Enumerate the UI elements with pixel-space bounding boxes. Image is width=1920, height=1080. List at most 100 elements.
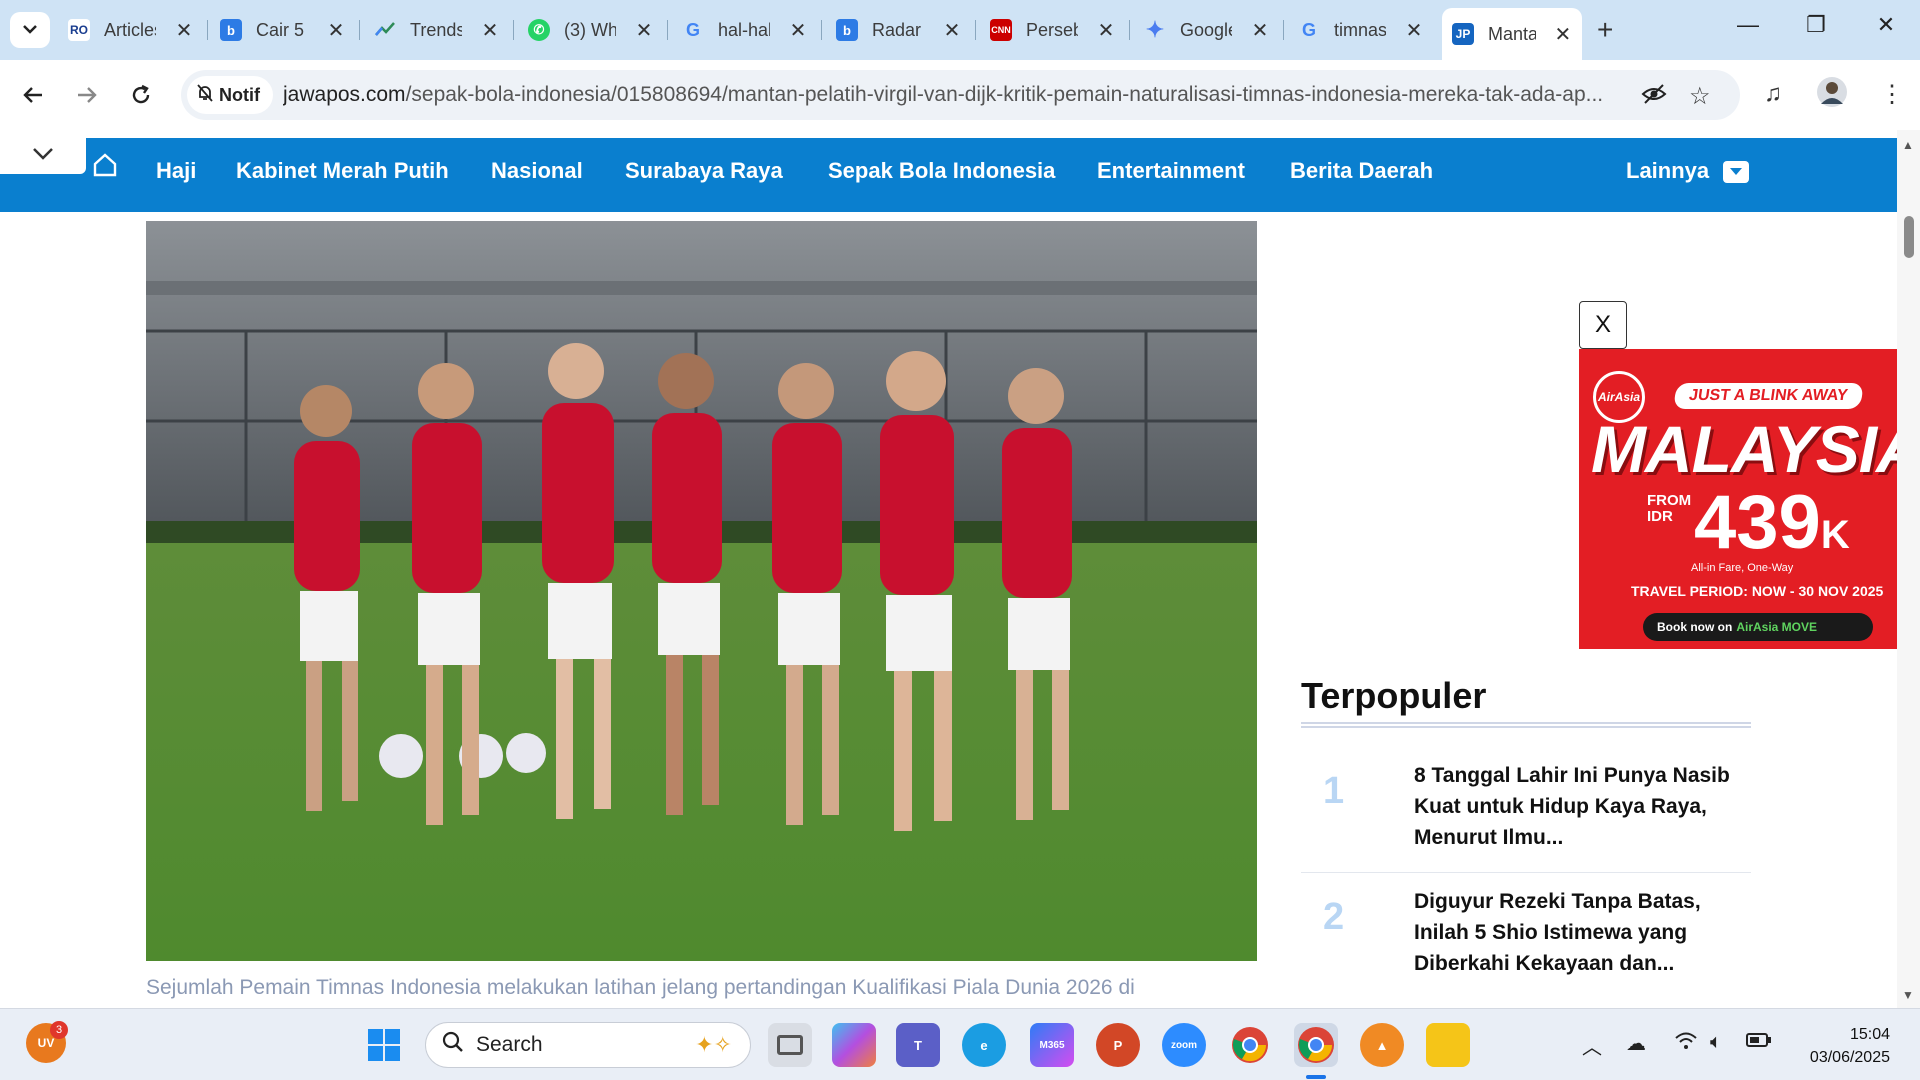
tab-favicon-icon: b <box>836 19 858 41</box>
new-tab-plus-icon[interactable]: + <box>1597 14 1613 46</box>
nav-more-dropdown[interactable]: Lainnya <box>1626 158 1750 184</box>
close-icon[interactable]: ✕ <box>942 18 962 43</box>
home-icon[interactable] <box>92 152 118 183</box>
scroll-down-icon[interactable]: ▼ <box>1902 988 1914 1002</box>
browser-tab[interactable]: ✦ Google Gemini ✕ <box>1134 12 1284 48</box>
nav-item-nasional[interactable]: Nasional <box>491 158 583 184</box>
nav-item-kabinet-merah-putih[interactable]: Kabinet Merah Putih <box>236 158 449 184</box>
chevron-up-icon[interactable]: ︿ <box>1582 1031 1602 1060</box>
tab-title: hal-hal <box>718 19 770 40</box>
popular-heading-rule <box>1301 722 1751 728</box>
close-icon[interactable]: ✕ <box>634 18 654 43</box>
sticky-notes-icon[interactable] <box>1426 1023 1470 1067</box>
popular-item[interactable]: 1 8 Tanggal Lahir Ini Punya Nasib Kuat u… <box>1301 760 1751 873</box>
copilot-icon[interactable] <box>832 1023 876 1067</box>
photo-caption: Sejumlah Pemain Timnas Indonesia melakuk… <box>146 976 1135 999</box>
cloud-offline-icon[interactable]: ☁ <box>1626 1031 1646 1056</box>
close-icon[interactable]: ✕ <box>174 18 194 43</box>
reload-icon[interactable] <box>124 78 158 112</box>
zoom-icon[interactable]: zoom <box>1162 1023 1206 1067</box>
chrome-profile-icon[interactable] <box>1294 1023 1338 1067</box>
volume-icon[interactable]: 🔈︎ <box>1710 1031 1722 1054</box>
airasia-advertisement[interactable]: AirAsia JUST A BLINK AWAY MALAYSIA FROM … <box>1579 349 1897 649</box>
minimize-icon[interactable]: — <box>1728 12 1768 38</box>
edge-icon[interactable]: e <box>962 1023 1006 1067</box>
nav-item-entertainment[interactable]: Entertainment <box>1097 158 1245 184</box>
bookmark-star-icon[interactable]: ☆ <box>1689 82 1711 111</box>
back-arrow-icon[interactable] <box>16 78 50 112</box>
browser-menu-icon[interactable]: ⋮ <box>1880 80 1904 109</box>
nav-item-haji[interactable]: Haji <box>156 158 196 184</box>
address-bar[interactable]: Notif jawapos.com/sepak-bola-indonesia/0… <box>181 70 1740 120</box>
tab-title: Google Gemini <box>1180 19 1232 40</box>
nav-item-berita-daerah[interactable]: Berita Daerah <box>1290 158 1433 184</box>
browser-tab[interactable]: b Radar ✕ <box>826 12 976 48</box>
scrollbar-thumb[interactable] <box>1904 216 1914 258</box>
browser-tab[interactable]: G hal-hal ✕ <box>672 12 822 48</box>
clock-date: 03/06/2025 <box>1809 1049 1890 1066</box>
tab-title: Articles - RO <box>104 19 156 40</box>
battery-icon[interactable] <box>1746 1031 1772 1054</box>
chrome-icon[interactable] <box>1228 1023 1272 1067</box>
url-text[interactable]: jawapos.com/sepak-bola-indonesia/0158086… <box>283 83 1623 107</box>
nav-item-sepak-bola-indonesia[interactable]: Sepak Bola Indonesia <box>828 158 1055 184</box>
forward-arrow-icon[interactable] <box>70 78 104 112</box>
task-view-icon[interactable] <box>768 1023 812 1067</box>
search-placeholder: Search <box>476 1033 543 1056</box>
close-icon[interactable]: ✕ <box>1250 18 1270 43</box>
nav-collapse-button[interactable] <box>0 138 86 174</box>
sparkle-icon: ✦ <box>1145 17 1165 42</box>
close-icon[interactable]: ✕ <box>1404 18 1424 43</box>
browser-tab-active[interactable]: JP Mantan ✕ <box>1442 8 1582 60</box>
ad-book-button[interactable]: Book now on AirAsia MOVE <box>1643 613 1873 641</box>
close-icon[interactable]: ✕ <box>1096 18 1116 43</box>
notif-chip-label: Notif <box>219 84 260 105</box>
sparkle-icon: ✦✧ <box>695 1032 732 1057</box>
tab-separator <box>975 20 976 40</box>
app-triangle-icon[interactable]: ▲ <box>1360 1023 1404 1067</box>
windows-start-icon[interactable] <box>362 1023 406 1067</box>
teams-icon[interactable]: T <box>896 1023 940 1067</box>
browser-tab[interactable]: Trends ✕ <box>364 12 514 48</box>
m365-icon[interactable]: M365 <box>1030 1023 1074 1067</box>
tab-title: Mantan <box>1488 23 1536 44</box>
powerpoint-icon[interactable]: P <box>1096 1023 1140 1067</box>
windows-taskbar: UV 3 Search ✦✧ T e M365 P zoom ▲ ︿ ☁ 🔈︎ … <box>0 1008 1920 1080</box>
tab-title: timnas <box>1334 19 1386 40</box>
page-scrollbar[interactable]: ▲ ▼ <box>1897 130 1920 1008</box>
google-icon: G <box>1301 19 1316 40</box>
system-clock[interactable]: 15:04 03/06/2025 <box>1790 1023 1890 1069</box>
close-icon[interactable]: ✕ <box>326 18 346 43</box>
popular-item[interactable]: 2 Diguyur Rezeki Tanpa Batas, Inilah 5 S… <box>1301 886 1751 998</box>
ad-price: 439K <box>1694 479 1850 566</box>
close-icon[interactable]: ✕ <box>788 18 808 43</box>
notifications-blocked-chip[interactable]: Notif <box>187 76 273 114</box>
profile-avatar-icon[interactable] <box>1816 76 1848 115</box>
browser-tab[interactable]: RO Articles - RO ✕ <box>58 12 208 48</box>
browser-tab[interactable]: G timnas ✕ <box>1288 12 1438 48</box>
tab-title: Radar <box>872 19 922 40</box>
ad-tagline: JUST A BLINK AWAY <box>1673 383 1864 409</box>
taskbar-search-box[interactable]: Search ✦✧ <box>425 1022 751 1068</box>
browser-tab[interactable]: CNN Persebaya ✕ <box>980 12 1130 48</box>
popular-heading: Terpopuler <box>1301 675 1487 716</box>
wifi-icon[interactable] <box>1674 1031 1698 1057</box>
browser-toolbar: Notif jawapos.com/sepak-bola-indonesia/0… <box>0 60 1920 130</box>
nav-item-surabaya-raya[interactable]: Surabaya Raya <box>625 158 783 184</box>
ad-close-button[interactable]: X <box>1579 301 1627 349</box>
tab-favicon-icon: RO <box>68 19 90 41</box>
close-icon[interactable]: ✕ <box>480 18 500 43</box>
eye-off-icon[interactable] <box>1641 82 1667 113</box>
close-icon[interactable]: ✕ <box>1554 22 1572 47</box>
tab-separator <box>1283 20 1284 40</box>
scroll-up-icon[interactable]: ▲ <box>1902 138 1914 152</box>
media-control-icon[interactable]: ♫ <box>1764 80 1782 108</box>
popular-headline[interactable]: 8 Tanggal Lahir Ini Punya Nasib Kuat unt… <box>1414 760 1744 853</box>
popular-headline[interactable]: Diguyur Rezeki Tanpa Batas, Inilah 5 Shi… <box>1414 886 1744 979</box>
tab-title: Persebaya <box>1026 19 1078 40</box>
restore-icon[interactable]: ❐ <box>1796 12 1836 38</box>
window-close-icon[interactable]: ✕ <box>1866 12 1906 38</box>
browser-tab[interactable]: b Cair 5 ✕ <box>210 12 360 48</box>
tab-search-button[interactable] <box>10 12 50 48</box>
browser-tab[interactable]: ✆ (3) WhatsApp ✕ <box>518 12 668 48</box>
